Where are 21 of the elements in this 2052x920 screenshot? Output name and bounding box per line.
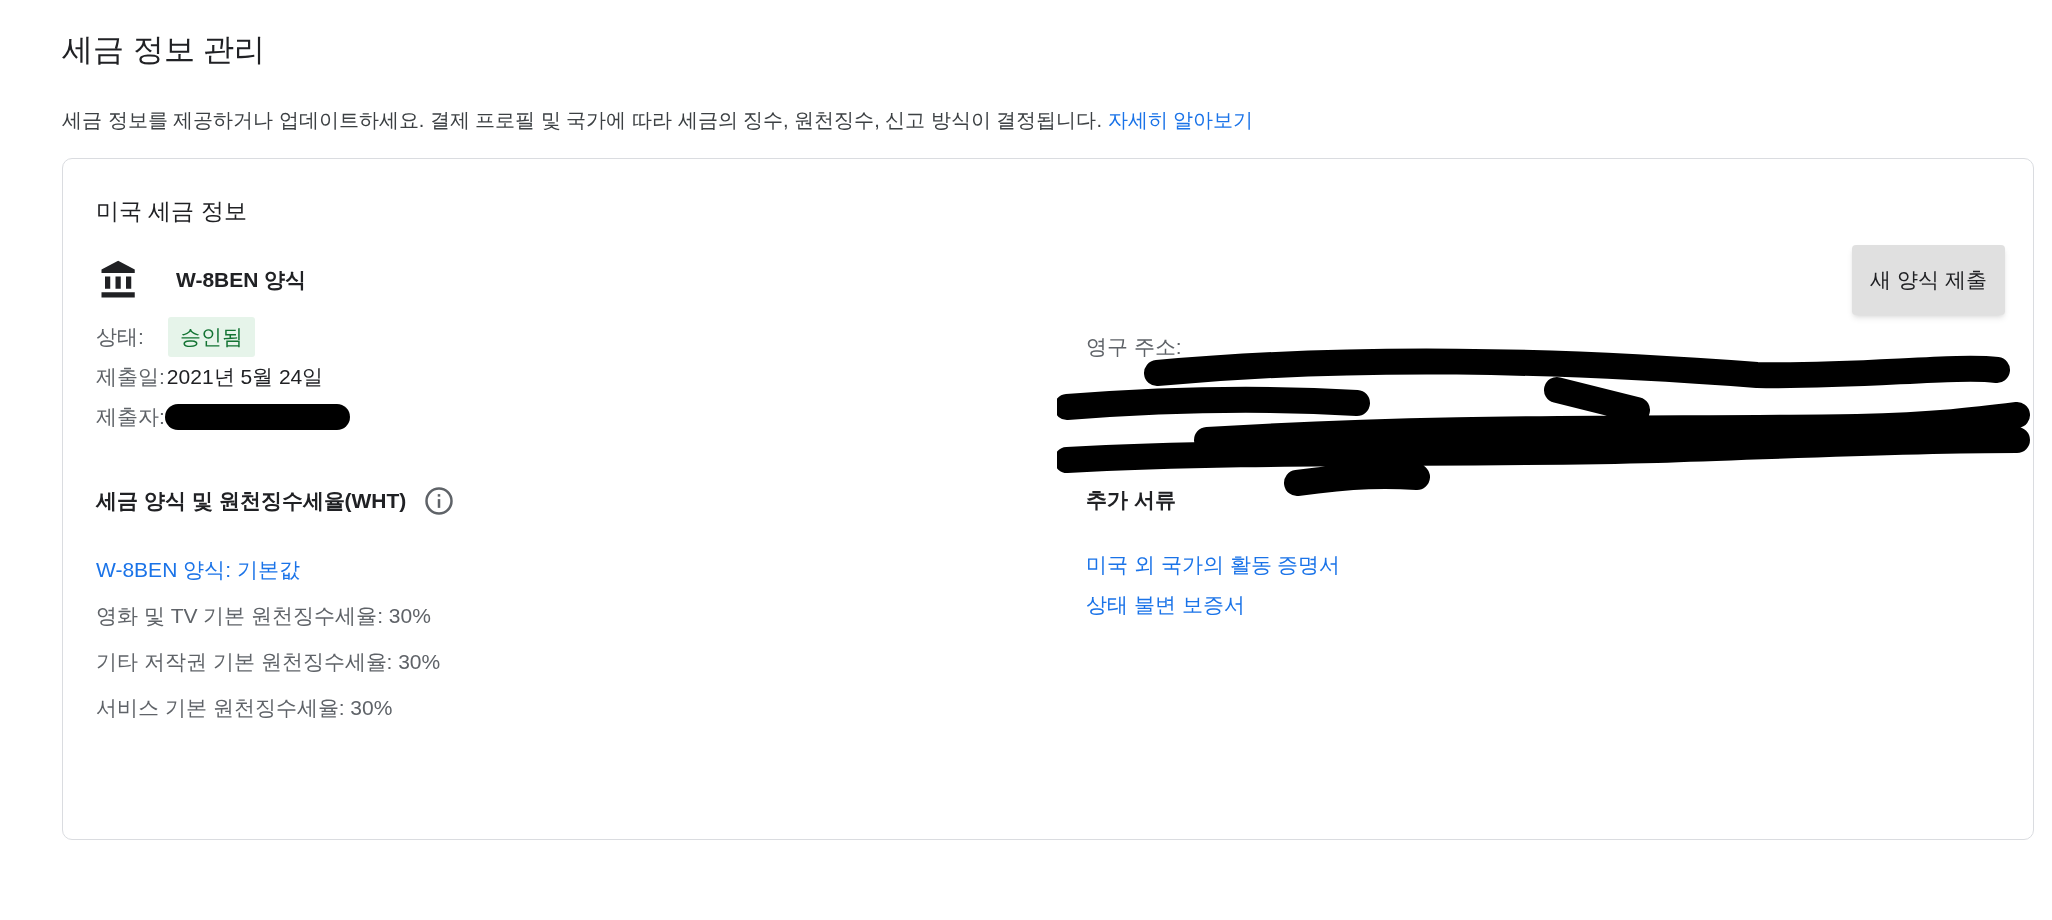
form-name: W-8BEN 양식 xyxy=(176,267,307,294)
section-heading: 추가 서류 xyxy=(1086,487,1176,513)
rate-text: 영화 및 TV 기본 원천징수세율: 30% xyxy=(96,603,431,627)
field-value: 2021년 5월 24일 xyxy=(166,364,324,391)
submit-new-form-button[interactable]: 새 양식 제출 xyxy=(1852,245,2005,315)
rate-text: 기타 저작권 기본 원천징수세율: 30% xyxy=(96,649,441,673)
field-label: 제출일: xyxy=(96,364,165,391)
section-heading: 세금 양식 및 원천징수세율(WHT) xyxy=(96,488,407,514)
field-label: 영구 주소: xyxy=(1086,334,1182,361)
document-link[interactable]: 상태 불변 보증서 xyxy=(1086,593,1245,616)
card-title: 미국 세금 정보 xyxy=(96,197,247,226)
field-label: 상태: xyxy=(96,324,144,351)
field-label: 제출자: xyxy=(96,404,165,431)
document-link[interactable]: 미국 외 국가의 활동 증명서 xyxy=(1086,553,1341,576)
page-description: 세금 정보를 제공하거나 업데이트하세요. 결제 프로필 및 국가에 따라 세금의 징수, 원천징수, 신고 방식이 결정됩니다. xyxy=(62,109,1103,131)
page-title: 세금 정보 관리 xyxy=(62,31,266,69)
rate-text: 서비스 기본 원천징수세율: 30% xyxy=(96,695,393,719)
info-icon[interactable] xyxy=(424,485,455,516)
status-badge: 승인됨 xyxy=(167,317,255,357)
form-link[interactable]: W-8BEN 양식: 기본값 xyxy=(96,557,300,581)
learn-more-link[interactable]: 자세히 알아보기 xyxy=(1107,109,1254,131)
